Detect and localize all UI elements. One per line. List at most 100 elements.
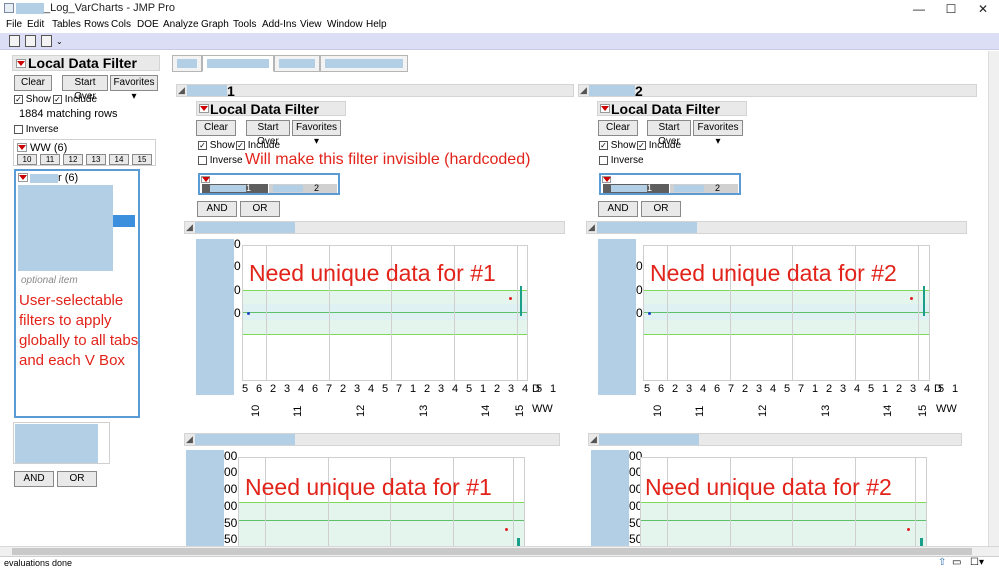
mean-line [239,520,524,521]
panel2-inverse-checkbox[interactable]: Inverse [599,155,644,166]
status-window-icon[interactable]: ▭ [952,557,961,568]
chart4-collapse-icon[interactable]: ◢ [590,434,597,445]
panel1-start-over-button[interactable]: Start Over [246,120,290,147]
panel2-slider-right[interactable]: 2 [670,183,738,193]
y-tick: 00 [224,449,238,463]
second-filter-menu-icon[interactable] [18,173,28,182]
panel1-slider-right[interactable]: 2 [269,183,337,193]
ww-value-13[interactable]: 13 [86,154,106,165]
chart3-header: ◢ [184,433,560,446]
y-tick: 0 [234,283,241,297]
chart4-plot[interactable]: Need unique data for #2 [640,457,927,546]
status-bar: evaluations done ⇧ ▭ ☐▾ [0,556,999,570]
panel1-slider-left[interactable]: 1 [202,183,268,193]
status-arrow-icon[interactable]: ⇧ [938,557,946,568]
left-or-button[interactable]: OR [57,471,97,487]
panel2-filter-menu-icon[interactable] [600,104,610,113]
left-start-over-button[interactable]: Start Over [62,75,108,102]
horizontal-scroll-thumb[interactable] [12,548,972,555]
panel2-and-button[interactable]: AND [598,201,638,217]
left-show-checkbox[interactable]: ✓ Show [14,94,51,105]
menu-cols[interactable]: Cols [111,19,131,30]
panel2-show-checkbox[interactable]: ✓ Show [599,140,636,151]
panel1-filter-menu-icon[interactable] [199,104,209,113]
panel1-clear-button[interactable]: Clear [196,120,236,136]
status-layout-icon[interactable]: ☐▾ [970,557,984,568]
y-tick: 0 [234,306,241,320]
panel1-slider-left-label: 1 [246,183,252,193]
left-and-button[interactable]: AND [14,471,54,487]
lcl-line [644,334,929,335]
panel1-or-button[interactable]: OR [240,201,280,217]
menu-doe[interactable]: DOE [137,19,159,30]
left-favorites-dropdown[interactable]: Favorites ▾ [110,75,158,102]
ww-value-10[interactable]: 10 [17,154,37,165]
ww-tick: 15 [917,404,929,417]
divider [513,458,514,546]
menu-add-ins[interactable]: Add-Ins [262,19,296,30]
left-clear-button[interactable]: Clear [14,75,52,91]
chart1-collapse-icon[interactable]: ◢ [186,222,193,233]
ucl-line [641,502,926,503]
panel2-include-checkbox[interactable]: ✓ Include [637,140,681,151]
toolbar-overflow-icon[interactable]: ⌄ [56,37,63,46]
ww-value-12[interactable]: 12 [63,154,83,165]
filter-menu-icon[interactable] [16,59,26,68]
panel2-favorites-dropdown[interactable]: Favorites ▾ [693,120,743,147]
menu-graph[interactable]: Graph [201,19,229,30]
chart2-plot[interactable]: Need unique data for #2 [643,245,930,381]
ww-value-15[interactable]: 15 [132,154,152,165]
menu-edit[interactable]: Edit [27,19,44,30]
left-include-checkbox[interactable]: ✓ Include [53,94,97,105]
chart3-annotation: Need unique data for #1 [245,474,492,500]
chart2-collapse-icon[interactable]: ◢ [588,222,595,233]
menu-tools[interactable]: Tools [233,19,256,30]
panel2-slider-left[interactable]: 1 [603,183,669,193]
minimize-button[interactable]: — [903,0,935,18]
panel1-collapse-icon[interactable]: ◢ [178,85,185,96]
tab-2-active[interactable] [202,55,274,72]
tab-1[interactable] [172,55,202,72]
menu-view[interactable]: View [300,19,322,30]
panel2-or-button[interactable]: OR [641,201,681,217]
selected-list-item[interactable] [113,215,135,227]
panel2-collapse-icon[interactable]: ◢ [580,85,587,96]
panel1-and-button[interactable]: AND [197,201,237,217]
ww-value-14[interactable]: 14 [109,154,129,165]
tab-4[interactable] [320,55,408,72]
panel2-hidden-filter-menu-icon[interactable] [602,176,611,183]
ww-menu-icon[interactable] [17,143,27,152]
divider [915,458,916,546]
redacted-chart3-title [195,434,295,445]
chart3-collapse-icon[interactable]: ◢ [186,434,193,445]
menu-rows[interactable]: Rows [84,19,109,30]
chart1-plot[interactable]: Need unique data for #1 [242,245,528,381]
maximize-button[interactable]: ☐ [935,0,967,18]
panel1-include-checkbox[interactable]: ✓ Include [236,140,280,151]
chart3-plot[interactable]: Need unique data for #1 [238,457,525,546]
panel1-show-checkbox[interactable]: ✓ Show [198,140,235,151]
menu-window[interactable]: Window [327,19,363,30]
panel2-start-over-button[interactable]: Start Over [647,120,691,147]
panel1-inverse-checkbox[interactable]: Inverse [198,155,243,166]
save-icon[interactable] [41,35,52,47]
menu-help[interactable]: Help [366,19,387,30]
left-inverse-checkbox[interactable]: Inverse [14,124,59,135]
second-filter-count: r (6) [58,172,79,184]
ww-value-11[interactable]: 11 [40,154,60,165]
menu-analyze[interactable]: Analyze [163,19,199,30]
open-file-icon[interactable] [25,35,36,47]
vertical-scrollbar[interactable] [988,51,999,546]
menu-file[interactable]: File [6,19,22,30]
panel1-hidden-filter-menu-icon[interactable] [201,176,210,183]
close-button[interactable]: ✕ [967,0,999,18]
divider [390,458,391,546]
panel1-favorites-dropdown[interactable]: Favorites ▾ [292,120,341,147]
panel2-clear-button[interactable]: Clear [598,120,638,136]
panel2-slider-left-label: 1 [647,183,653,193]
redacted-list-items[interactable] [18,185,113,271]
tab-3[interactable] [274,55,320,72]
new-table-icon[interactable] [9,35,20,47]
menu-tables[interactable]: Tables [52,19,81,30]
horizontal-scrollbar[interactable] [0,546,999,556]
